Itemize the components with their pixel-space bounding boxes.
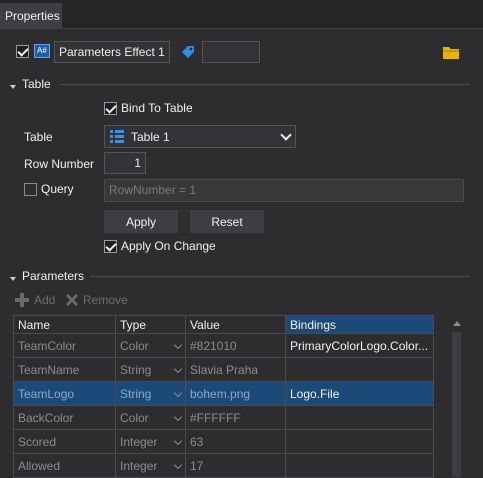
effect-enabled-checkbox[interactable] bbox=[16, 45, 29, 58]
param-type-select[interactable]: String bbox=[115, 381, 186, 406]
add-button[interactable]: Add bbox=[34, 293, 55, 307]
chevron-down-icon bbox=[173, 412, 183, 422]
apply-button[interactable]: Apply bbox=[104, 210, 178, 233]
param-name[interactable]: TeamName bbox=[13, 357, 116, 382]
apply-on-change-label: Apply On Change bbox=[121, 239, 216, 253]
bind-to-table-label: Bind To Table bbox=[121, 101, 193, 115]
table-row[interactable]: Allowed Integer 17 bbox=[13, 453, 434, 478]
param-value[interactable]: #821010 bbox=[185, 333, 286, 358]
chevron-down-icon bbox=[173, 436, 183, 446]
add-icon[interactable] bbox=[14, 292, 32, 308]
param-binding[interactable] bbox=[285, 429, 434, 454]
query-input[interactable]: RowNumber = 1 bbox=[104, 179, 464, 202]
param-name[interactable]: TeamColor bbox=[13, 333, 116, 358]
param-binding[interactable] bbox=[285, 405, 434, 430]
param-type: Color bbox=[120, 338, 149, 353]
table-row[interactable]: Scored Integer 63 bbox=[13, 429, 434, 454]
chevron-down-icon bbox=[173, 388, 183, 398]
folder-icon[interactable] bbox=[443, 45, 459, 59]
param-value[interactable]: 63 bbox=[185, 429, 286, 454]
param-type-select[interactable]: String bbox=[115, 357, 186, 382]
row-number-input[interactable]: 1 bbox=[104, 152, 146, 174]
parameters-section-title: Parameters bbox=[22, 269, 85, 283]
query-checkbox[interactable] bbox=[24, 183, 37, 196]
remove-button[interactable]: Remove bbox=[83, 293, 128, 307]
param-type: Integer bbox=[120, 434, 158, 449]
param-value[interactable]: bohem.png bbox=[185, 381, 286, 406]
param-type: Color bbox=[120, 410, 149, 425]
table-row[interactable]: TeamColor Color #821010 PrimaryColorLogo… bbox=[13, 333, 434, 358]
table-select[interactable]: Table 1 bbox=[104, 125, 296, 148]
param-type-select[interactable]: Color bbox=[115, 405, 186, 430]
param-type-select[interactable]: Color bbox=[115, 333, 186, 358]
column-header-name[interactable]: Name bbox=[13, 315, 116, 334]
parameters-section-divider bbox=[90, 276, 470, 277]
bind-to-table-checkbox[interactable] bbox=[104, 102, 117, 115]
table-label: Table bbox=[24, 130, 53, 144]
param-type: String bbox=[120, 362, 152, 377]
column-header-bindings[interactable]: Bindings bbox=[285, 315, 434, 334]
param-name[interactable]: TeamLogo bbox=[13, 381, 116, 406]
table-scrollbar-thumb[interactable] bbox=[452, 332, 461, 477]
param-value[interactable]: #FFFFFF bbox=[185, 405, 286, 430]
parameters-table: Name Type Value Bindings TeamColor Color… bbox=[13, 315, 434, 478]
param-name[interactable]: BackColor bbox=[13, 405, 116, 430]
table-row[interactable]: BackColor Color #FFFFFF bbox=[13, 405, 434, 430]
chevron-down-icon bbox=[173, 340, 183, 350]
table-select-value: Table 1 bbox=[131, 130, 170, 144]
table-icon bbox=[109, 129, 125, 145]
param-value[interactable]: Slavia Praha bbox=[185, 357, 286, 382]
effect-name-input[interactable]: Parameters Effect 1 bbox=[54, 41, 170, 63]
table-section-collapse-icon[interactable] bbox=[9, 80, 17, 94]
tag-input[interactable] bbox=[202, 41, 260, 63]
chevron-down-icon bbox=[173, 460, 183, 470]
table-row[interactable]: TeamName String Slavia Praha bbox=[13, 357, 434, 382]
param-name[interactable]: Scored bbox=[13, 429, 116, 454]
column-header-type[interactable]: Type bbox=[115, 315, 186, 334]
tag-icon[interactable] bbox=[180, 44, 196, 60]
param-type: Integer bbox=[120, 458, 158, 473]
table-row-selected[interactable]: TeamLogo String bohem.png Logo.File bbox=[13, 381, 434, 406]
effect-type-icon: A# bbox=[34, 44, 50, 58]
param-type-select[interactable]: Integer bbox=[115, 429, 186, 454]
table-section-title: Table bbox=[22, 77, 51, 91]
tab-properties[interactable]: Properties bbox=[0, 3, 62, 28]
remove-icon[interactable] bbox=[64, 292, 80, 308]
column-header-value[interactable]: Value bbox=[185, 315, 286, 334]
table-section-divider bbox=[60, 84, 470, 85]
param-binding[interactable] bbox=[285, 453, 434, 478]
query-label: Query bbox=[41, 182, 74, 196]
param-binding[interactable] bbox=[285, 357, 434, 382]
reset-button[interactable]: Reset bbox=[190, 210, 264, 233]
apply-on-change-checkbox[interactable] bbox=[104, 240, 117, 253]
chevron-down-icon bbox=[173, 364, 183, 374]
row-number-label: Row Number bbox=[24, 157, 95, 171]
param-binding[interactable]: Logo.File bbox=[285, 381, 434, 406]
param-name[interactable]: Allowed bbox=[13, 453, 116, 478]
scroll-up-icon[interactable] bbox=[453, 321, 461, 326]
chevron-down-icon bbox=[280, 129, 292, 141]
tab-bar bbox=[0, 0, 483, 29]
parameters-section-collapse-icon[interactable] bbox=[9, 272, 17, 286]
param-type-select[interactable]: Integer bbox=[115, 453, 186, 478]
param-value[interactable]: 17 bbox=[185, 453, 286, 478]
param-type: String bbox=[120, 386, 152, 401]
param-binding[interactable]: PrimaryColorLogo.Color... bbox=[285, 333, 434, 358]
